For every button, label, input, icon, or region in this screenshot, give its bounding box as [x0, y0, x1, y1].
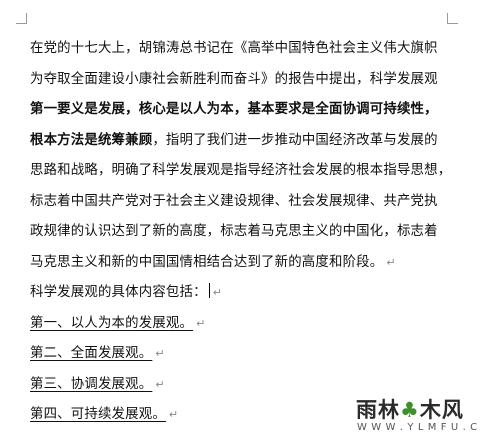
watermark-url: W W W . Y L M F U . C O M [357, 422, 480, 433]
paragraph-line[interactable]: 政规律的认识达到了新的高度，标志着马克思主义的中国化，标志着 [30, 217, 470, 248]
line-text: 为夺取全面建设小康社会新胜利而奋斗》的报告中提出，科学发展观 [30, 71, 438, 87]
text-cursor [208, 283, 210, 298]
list-item-text: 第二、全面发展观。 [30, 346, 153, 361]
line-text: 标志着中国共产党对于社会主义建设规律、社会发展规律、共产党执 [30, 193, 438, 209]
watermark-part2: 木风 [419, 398, 464, 422]
line-text: 在党的十七大上，胡锦涛总书记在《高举中国特色社会主义伟大旗帜 [30, 41, 438, 56]
paragraph-line[interactable]: 思路和战略，明确了科学发展观是指导经济社会发展的根本指导思想， [30, 156, 470, 187]
line-text: 科学发展观的具体内容包括： [30, 285, 207, 300]
line-text: 马克思主义和新的中国国情相结合达到了新的高度和阶段。 [30, 254, 384, 270]
tree-icon: ♣ [400, 398, 420, 422]
paragraph-line[interactable]: 在党的十七大上，胡锦涛总书记在《高举中国特色社会主义伟大旗帜 [30, 34, 470, 65]
paragraph-mark-icon: ↵ [196, 316, 206, 330]
paragraph-line-bold[interactable]: 第一要义是发展，核心是以人为本，基本要求是全面协调可持续性， [30, 95, 470, 126]
line-text: ，指明了我们进一步推动中国经济改革与发展的 [152, 132, 438, 148]
list-item[interactable]: 第二、全面发展观。 ↵ [30, 339, 470, 370]
paragraph-line[interactable]: 科学发展观的具体内容包括： ↵ [30, 278, 470, 309]
paragraph-line[interactable]: 马克思主义和新的中国国情相结合达到了新的高度和阶段。 ↵ [30, 248, 470, 279]
watermark-logo: 雨林♣木风 W W W . Y L M F U . C O M [356, 392, 480, 438]
paragraph-mark-icon: ↵ [155, 377, 165, 391]
line-text: 政规律的认识达到了新的高度，标志着马克思主义的中国化，标志着 [30, 224, 438, 239]
list-item-text: 第三、协调发展观。 [30, 376, 153, 392]
line-text: 第一要义是发展，核心是以人为本，基本要求是全面协调可持续性， [30, 102, 438, 117]
paragraph-mark-icon: ↵ [155, 347, 165, 360]
paragraph-mark-icon: ↵ [386, 255, 396, 269]
paragraph-line[interactable]: 根本方法是统筹兼顾，指明了我们进一步推动中国经济改革与发展的 [30, 126, 470, 157]
crop-mark-top-left [16, 13, 27, 24]
list-item-text: 第一、以人为本的发展观。 [30, 315, 194, 331]
crop-mark-top-right [447, 13, 458, 24]
list-item-text: 第四、可持续发展观。 [30, 407, 166, 422]
paragraph-mark-icon: ↵ [212, 286, 223, 299]
paragraph-line[interactable]: 为夺取全面建设小康社会新胜利而奋斗》的报告中提出，科学发展观 [30, 65, 470, 96]
list-item[interactable]: 第一、以人为本的发展观。 ↵ [30, 309, 470, 340]
paragraph-mark-icon: ↵ [168, 408, 179, 421]
document-page: 在党的十七大上，胡锦涛总书记在《高举中国特色社会主义伟大旗帜 为夺取全面建设小康… [0, 0, 480, 446]
watermark-part1: 雨林 [356, 398, 400, 422]
document-body[interactable]: 在党的十七大上，胡锦涛总书记在《高举中国特色社会主义伟大旗帜 为夺取全面建设小康… [30, 34, 470, 431]
paragraph-line[interactable]: 标志着中国共产党对于社会主义建设规律、社会发展规律、共产党执 [30, 187, 470, 218]
line-text-bold: 根本方法是统筹兼顾 [30, 132, 153, 148]
line-text: 思路和战略，明确了科学发展观是指导经济社会发展的根本指导思想， [30, 163, 452, 178]
watermark-text: 雨林♣木风 [356, 394, 464, 424]
